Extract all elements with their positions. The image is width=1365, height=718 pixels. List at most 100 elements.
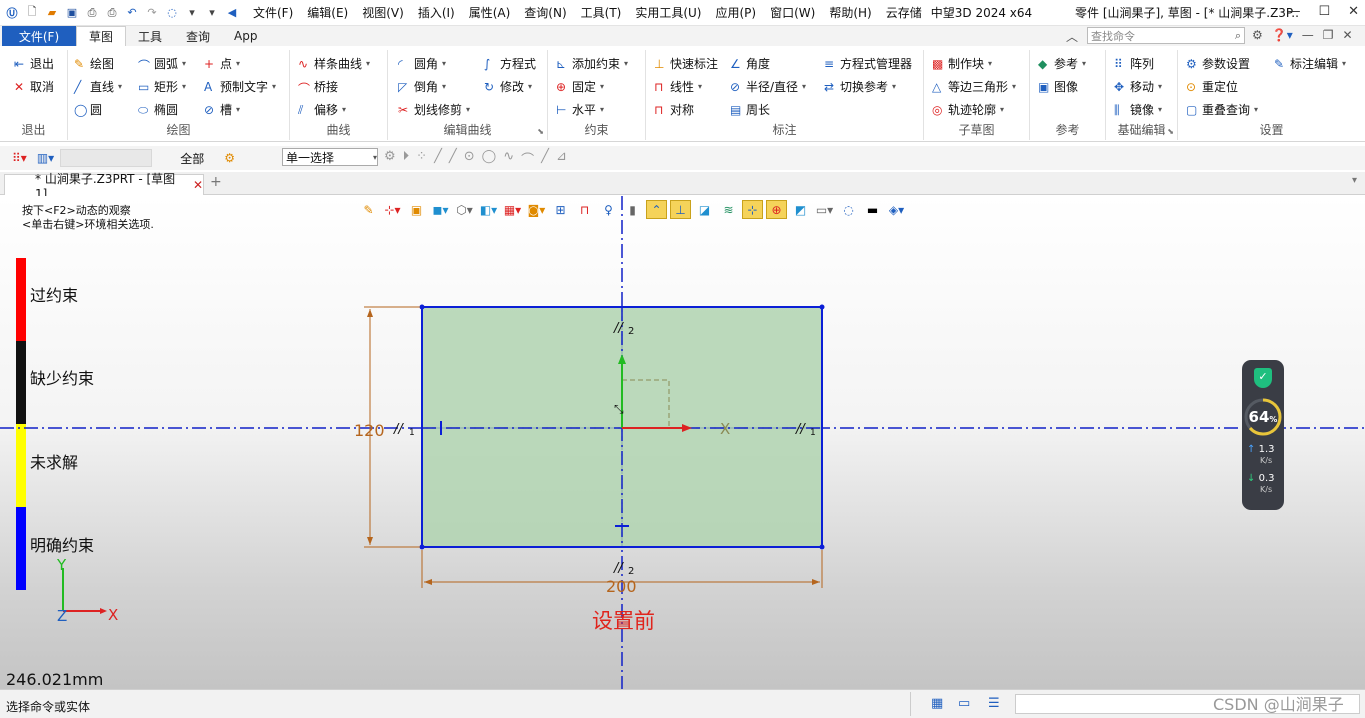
corner-point-br[interactable] — [819, 544, 825, 550]
file-menu-button[interactable]: 文件(F) — [2, 26, 76, 46]
help-icon[interactable]: ❓▾ — [1272, 28, 1293, 42]
arc-button[interactable]: ⌒ 圆弧 ▾ — [138, 55, 186, 73]
undo-icon[interactable]: ↶ — [124, 5, 140, 21]
draw-button[interactable]: ✎ 绘图 — [74, 55, 114, 72]
tab-query[interactable]: 查询 — [174, 26, 222, 46]
menu-cloud[interactable]: 云存储 — [879, 4, 929, 21]
relocate-button[interactable]: ⊙ 重定位 — [1186, 78, 1238, 95]
overlap-query-button[interactable]: ▢ 重叠查询 ▾ — [1186, 101, 1258, 118]
doc-tab-close-icon[interactable]: ✕ — [193, 178, 203, 192]
doc-restore-icon[interactable]: ❐ — [1323, 28, 1334, 42]
filter-settings-icon[interactable]: ⚙ — [224, 151, 235, 165]
doc-close-icon[interactable]: ✕ — [1343, 28, 1353, 42]
snap-end-icon[interactable]: ╱ — [449, 149, 457, 168]
dim-width-value[interactable]: 200 — [606, 577, 637, 596]
open-folder-icon[interactable]: ▰ — [44, 5, 60, 21]
new-file-icon[interactable]: 🗋 — [24, 5, 40, 21]
tab-sketch[interactable]: 草图 — [76, 26, 127, 46]
reference-button[interactable]: ◆ 参考 ▾ — [1038, 55, 1086, 72]
print-icon[interactable]: ⎙ — [84, 5, 100, 21]
ribbon-collapse-icon[interactable]: ︿ — [1066, 28, 1078, 45]
modify-button[interactable]: ↻ 修改 ▾ — [484, 78, 532, 95]
pattern-button[interactable]: ⠿ 阵列 — [1114, 55, 1154, 72]
tab-list-icon[interactable]: ▾ — [1352, 175, 1357, 186]
move-button[interactable]: ✥ 移动 ▾ — [1114, 78, 1162, 95]
menu-attribute[interactable]: 属性(A) — [462, 4, 518, 21]
parameter-settings-button[interactable]: ⚙ 参数设置 — [1186, 55, 1250, 72]
status-table-icon[interactable]: ▦ — [931, 696, 943, 711]
filter-all-label[interactable]: 全部 — [180, 150, 204, 167]
customize-icon[interactable]: ▾ — [204, 5, 220, 21]
perimeter-button[interactable]: ▤ 周长 — [730, 101, 770, 118]
settings-gear-icon[interactable]: ⚙ — [1252, 28, 1263, 42]
snap-curve-icon[interactable]: ∿ — [503, 149, 514, 168]
filter-combo[interactable] — [60, 149, 153, 167]
rotate-view-icon[interactable]: ◌ — [164, 5, 180, 21]
network-speed-widget[interactable]: ✓ 64% ↑ 1.3 K/s ↓ 0.3 K/s — [1242, 360, 1284, 510]
chamfer-button[interactable]: ◸ 倒角 ▾ — [398, 78, 446, 95]
linear-dimension-button[interactable]: ⊓ 线性 ▾ — [654, 78, 702, 95]
dimension-edit-button[interactable]: ✎ 标注编辑 ▾ — [1274, 55, 1346, 72]
snap-angle-icon[interactable]: ⊿ — [556, 149, 567, 168]
status-list-icon[interactable]: ☰ — [988, 696, 1000, 711]
print-preview-icon[interactable]: ⎙ — [104, 5, 120, 21]
tab-tools[interactable]: 工具 — [126, 26, 174, 46]
trim-button[interactable]: ✂ 划线修剪 ▾ — [398, 101, 470, 118]
redo-icon[interactable]: ↷ — [144, 5, 160, 21]
mirror-button[interactable]: ⫼ 镜像 ▾ — [1114, 101, 1162, 118]
menu-query[interactable]: 查询(N) — [517, 4, 573, 21]
color-filter-icon[interactable]: ▥▾ — [37, 151, 54, 165]
menu-tools[interactable]: 工具(T) — [574, 4, 629, 21]
offset-button[interactable]: ⫽ 偏移 ▾ — [298, 101, 346, 118]
symmetric-dimension-button[interactable]: ⊓ 对称 — [654, 101, 694, 118]
menu-window[interactable]: 窗口(W) — [763, 4, 822, 21]
add-constraint-button[interactable]: ⊾ 添加约束 ▾ — [556, 55, 628, 72]
menu-view[interactable]: 视图(V) — [355, 4, 411, 21]
snap-line-icon[interactable]: ╱ — [434, 149, 442, 168]
doc-tab-sketch1[interactable]: * 山涧果子.Z3PRT - [草图1] ✕ — [4, 172, 204, 201]
minimize-icon[interactable]: — — [1287, 4, 1300, 19]
maximize-icon[interactable]: ☐ — [1318, 4, 1330, 19]
menu-insert[interactable]: 插入(I) — [411, 4, 462, 21]
radius-diameter-button[interactable]: ⊘ 半径/直径 ▾ — [730, 78, 806, 95]
menu-file[interactable]: 文件(F) — [246, 4, 300, 21]
line-button[interactable]: ╱ 直线 ▾ — [74, 78, 122, 95]
angle-dimension-button[interactable]: ∠ 角度 — [730, 55, 770, 72]
equation-button[interactable]: ∫ 方程式 — [484, 55, 536, 72]
circle-button[interactable]: ◯ 圆 — [74, 101, 102, 118]
cancel-button[interactable]: ✕ 取消 — [14, 78, 54, 95]
menu-utilities[interactable]: 实用工具(U) — [628, 4, 708, 21]
exit-button[interactable]: ⇤ 退出 — [14, 55, 54, 72]
equation-manager-button[interactable]: ≡ 方程式管理器 — [824, 55, 912, 72]
bridge-button[interactable]: ⌒ 桥接 — [298, 78, 338, 96]
snap-center-icon[interactable]: ⊙ — [464, 149, 475, 168]
ellipse-button[interactable]: ⬭ 椭圆 — [138, 101, 178, 118]
menu-help[interactable]: 帮助(H) — [822, 4, 878, 21]
new-tab-icon[interactable]: + — [210, 174, 222, 190]
triangle-button[interactable]: △ 等边三角形 ▾ — [932, 78, 1016, 95]
sketch-canvas[interactable]: 按下<F2>动态的观察 <单击右键>环境相关选项. ✎ ⊹▾ ▣ ◼▾ ⬡▾ ◧… — [0, 196, 1365, 689]
snap-points-icon[interactable]: ⁘ — [416, 149, 427, 168]
snap-circle-icon[interactable]: ◯ — [482, 149, 497, 168]
snap-gear-icon[interactable]: ⚙ — [384, 149, 396, 168]
menu-edit[interactable]: 编辑(E) — [300, 4, 355, 21]
snap-tangent-icon[interactable]: ╱ — [541, 149, 549, 168]
pick-filter-icon[interactable]: ⠿▾ — [12, 151, 27, 165]
snap-play-icon[interactable]: ⏵ — [403, 149, 410, 168]
fillet-button[interactable]: ◜ 圆角 ▾ — [398, 55, 446, 72]
fix-button[interactable]: ⊕ 固定 ▾ — [556, 78, 604, 95]
horizontal-button[interactable]: ⊢ 水平 ▾ — [556, 101, 604, 118]
dim-height-value[interactable]: 120 — [354, 421, 385, 440]
corner-point-tr[interactable] — [819, 304, 825, 310]
save-icon[interactable]: ▣ — [64, 5, 80, 21]
back-arrow-icon[interactable]: ◀ — [224, 5, 240, 21]
group-expand-icon[interactable]: ⬊ — [1167, 127, 1174, 136]
slot-button[interactable]: ⊘ 槽 ▾ — [204, 101, 240, 118]
spline-button[interactable]: ∿ 样条曲线 ▾ — [298, 55, 370, 72]
menu-apps[interactable]: 应用(P) — [709, 4, 764, 21]
image-button[interactable]: ▣ 图像 — [1038, 78, 1078, 95]
command-search-input[interactable]: 查找命令 ⌕ — [1087, 27, 1245, 44]
rectangle-button[interactable]: ▭ 矩形 ▾ — [138, 78, 186, 95]
point-button[interactable]: + 点 ▾ — [204, 55, 240, 72]
snap-arc-icon[interactable]: ⌒ — [521, 149, 534, 168]
